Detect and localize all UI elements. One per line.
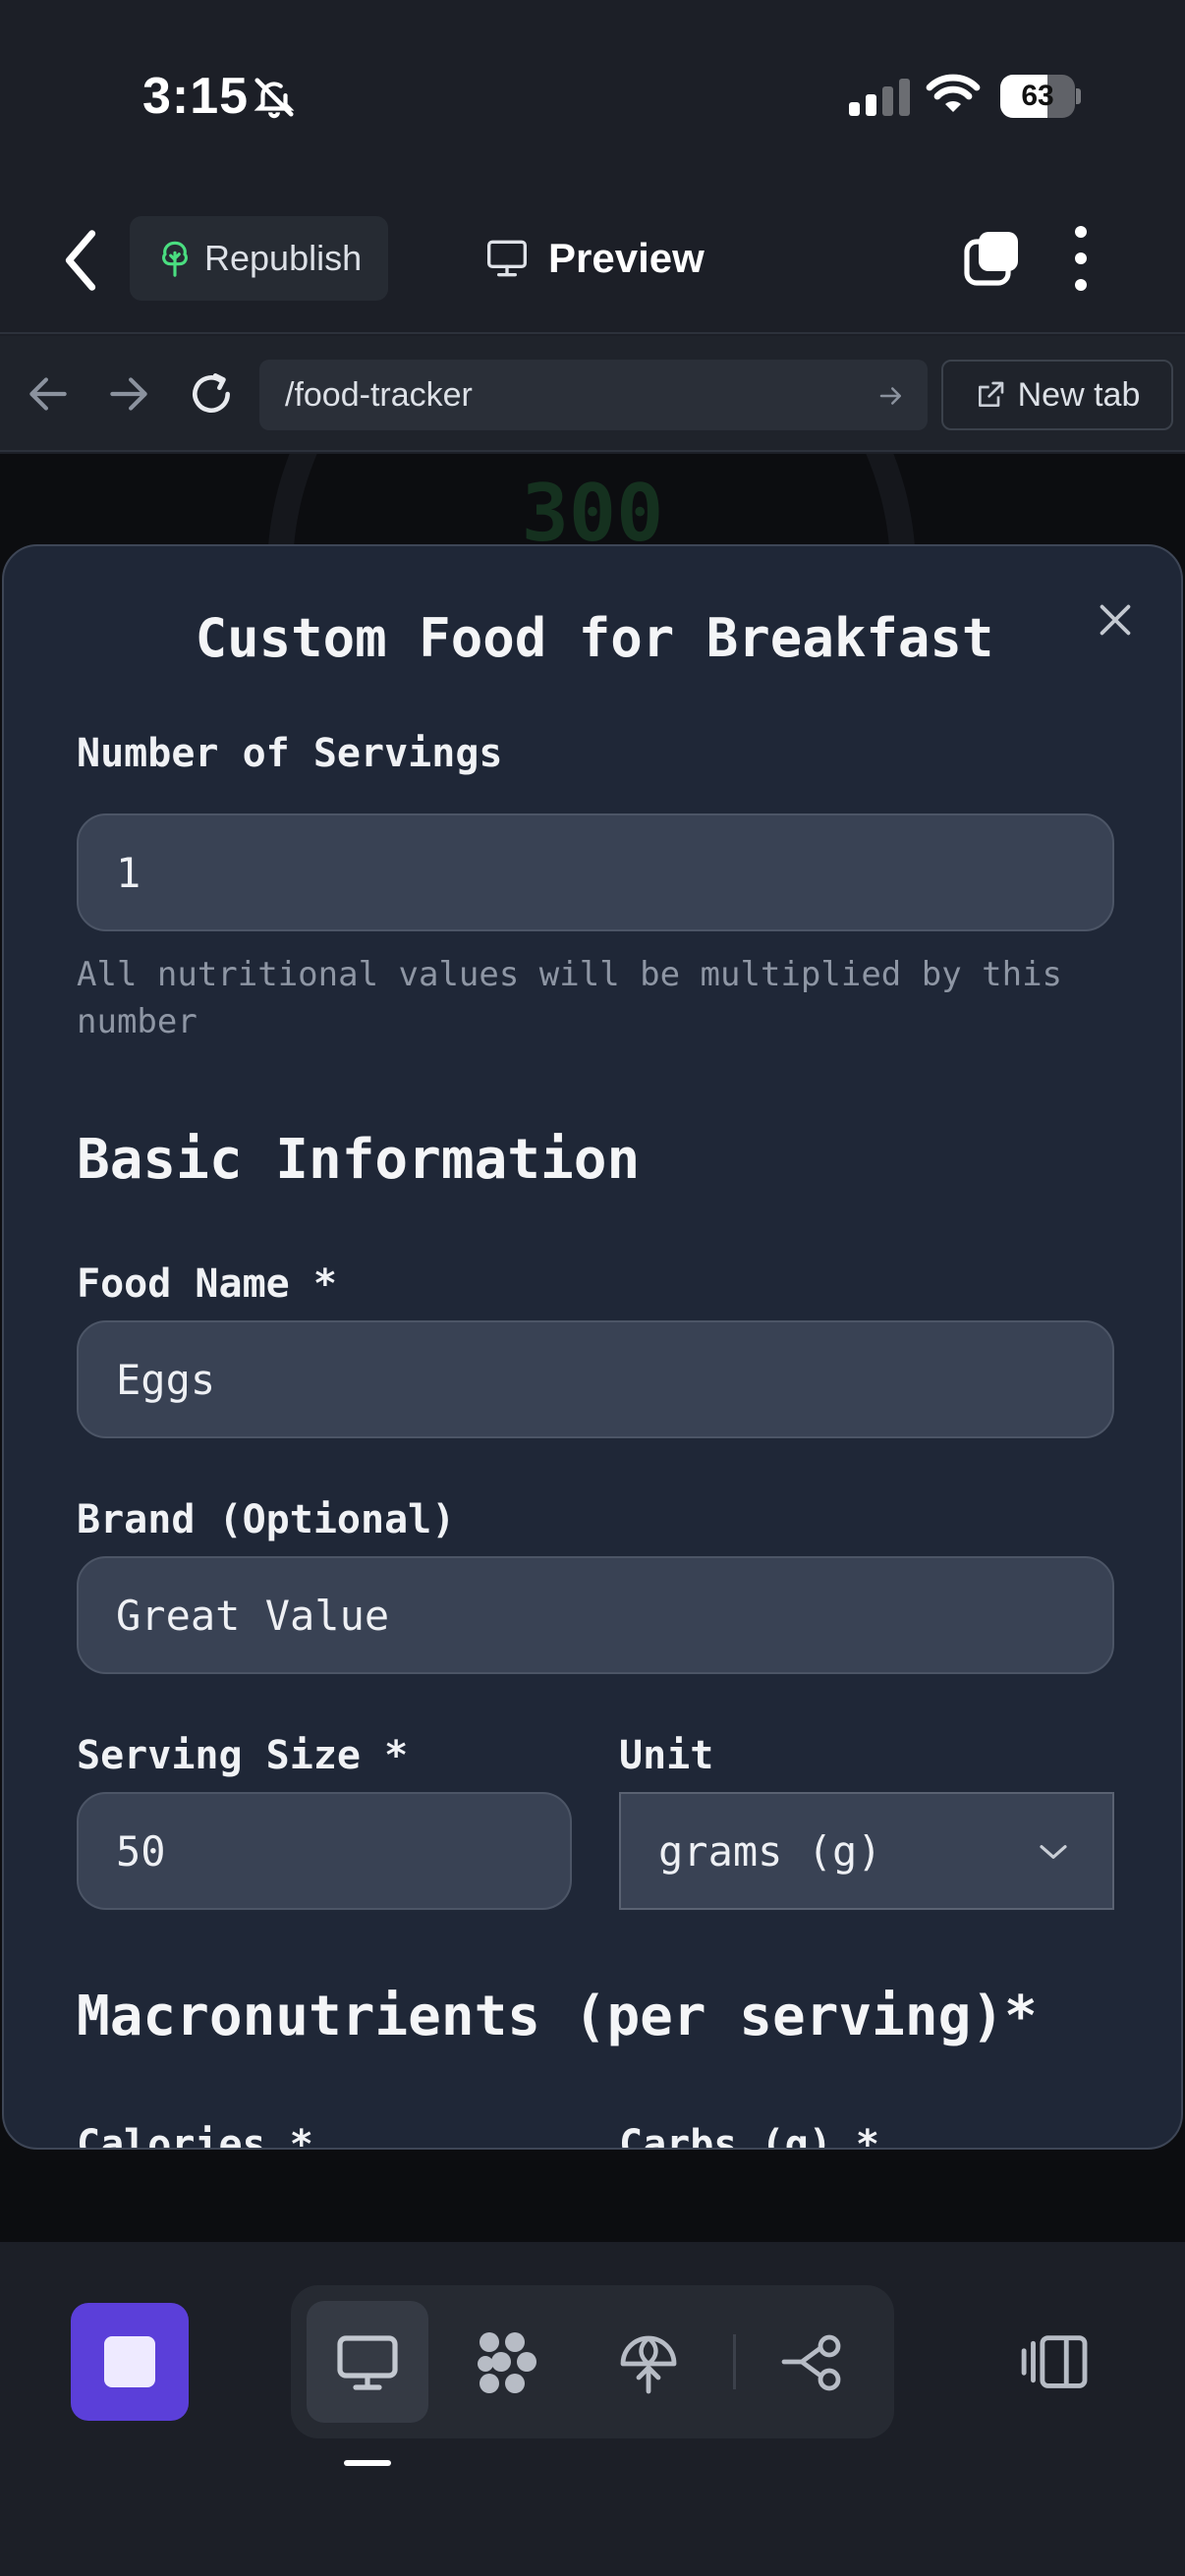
stop-button[interactable] xyxy=(71,2303,189,2421)
go-arrow-icon[interactable] xyxy=(876,381,906,411)
macros-heading: Macronutrients (per serving)* xyxy=(77,1985,1038,2048)
republish-button[interactable]: Republish xyxy=(130,216,388,301)
chevron-down-icon xyxy=(1040,1845,1067,1859)
stacked-windows-icon[interactable] xyxy=(963,228,1022,287)
carbs-label: Carbs (g) * xyxy=(619,2122,879,2150)
arrow-right-icon[interactable] xyxy=(104,369,153,419)
grid-blob-icon xyxy=(478,2332,536,2393)
deploy-icon xyxy=(620,2335,677,2394)
republish-label: Republish xyxy=(204,238,363,278)
battery-percent: 63 xyxy=(1021,80,1054,112)
new-tab-button[interactable]: New tab xyxy=(941,360,1173,430)
monitor-icon xyxy=(337,2335,398,2390)
tab-connections[interactable] xyxy=(751,2301,873,2423)
food-name-label: Food Name * xyxy=(77,1261,337,1307)
cellular-signal-icon xyxy=(849,77,910,116)
share-nodes-icon xyxy=(781,2334,841,2391)
servings-input[interactable]: 1 xyxy=(77,813,1114,931)
food-name-value: Eggs xyxy=(116,1355,216,1404)
serving-size-label: Serving Size * xyxy=(77,1733,409,1778)
preview-label: Preview xyxy=(548,235,705,281)
unit-select[interactable]: grams (g) xyxy=(619,1792,1114,1910)
servings-label: Number of Servings xyxy=(77,731,503,776)
battery-indicator: 63 xyxy=(1000,75,1081,118)
basic-info-heading: Basic Information xyxy=(77,1128,641,1192)
bottom-toolbar xyxy=(0,2242,1185,2576)
side-panel-icon[interactable] xyxy=(1020,2332,1091,2391)
new-tab-label: New tab xyxy=(1017,375,1141,414)
wifi-icon xyxy=(926,74,981,112)
brand-label: Brand (Optional) xyxy=(77,1497,456,1542)
arrow-left-icon[interactable] xyxy=(24,369,73,419)
more-vertical-icon[interactable] xyxy=(1075,226,1087,291)
refresh-icon[interactable] xyxy=(187,369,236,419)
serving-size-value: 50 xyxy=(116,1826,166,1876)
brand-value: Great Value xyxy=(116,1591,390,1640)
monitor-icon xyxy=(487,240,527,277)
preview-button[interactable]: Preview xyxy=(485,226,705,291)
modal-title: Custom Food for Breakfast xyxy=(195,607,994,669)
url-input[interactable]: /food-tracker xyxy=(259,360,928,430)
calories-label: Calories * xyxy=(77,2122,313,2150)
toolbar-divider xyxy=(733,2334,736,2389)
servings-value: 1 xyxy=(116,848,141,897)
serving-size-input[interactable]: 50 xyxy=(77,1792,572,1910)
tab-preview[interactable] xyxy=(307,2301,428,2423)
close-icon[interactable] xyxy=(1093,597,1138,643)
custom-food-modal: Custom Food for Breakfast Number of Serv… xyxy=(2,544,1183,2150)
chevron-left-icon[interactable] xyxy=(59,226,102,295)
tab-workspace[interactable] xyxy=(446,2301,568,2423)
browser-bar: /food-tracker New tab xyxy=(0,336,1185,452)
food-name-input[interactable]: Eggs xyxy=(77,1320,1114,1438)
status-bar: 3:15 63 xyxy=(0,0,1185,196)
brand-input[interactable]: Great Value xyxy=(77,1556,1114,1674)
view-switcher xyxy=(291,2285,894,2438)
external-link-icon xyxy=(978,381,1003,407)
tab-deploy[interactable] xyxy=(588,2301,709,2423)
tree-icon xyxy=(162,241,188,277)
stop-icon xyxy=(104,2336,155,2387)
unit-label: Unit xyxy=(619,1733,714,1778)
servings-help-text: All nutritional values will be multiplie… xyxy=(77,955,1063,1041)
url-text: /food-tracker xyxy=(285,375,473,414)
active-tab-indicator xyxy=(344,2460,391,2466)
unit-value: grams (g) xyxy=(658,1826,882,1876)
app-header: Republish Preview xyxy=(0,196,1185,334)
status-time: 3:15 xyxy=(142,68,250,125)
bell-muted-icon xyxy=(254,78,295,119)
